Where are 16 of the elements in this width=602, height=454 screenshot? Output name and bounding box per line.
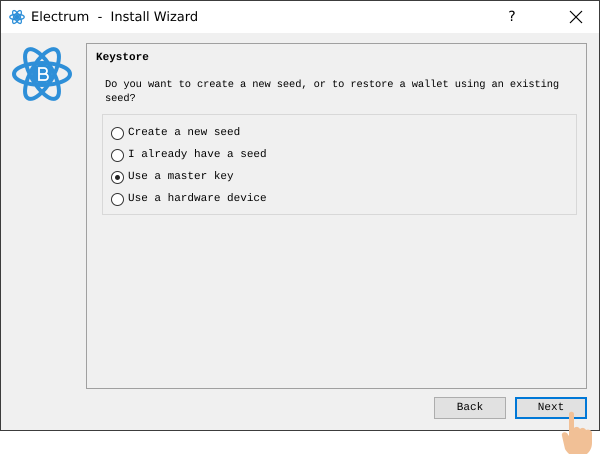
window-title: Electrum - Install Wizard [31,10,200,24]
app-icon [9,9,25,25]
radio-button[interactable] [111,170,124,184]
option-label[interactable]: Use a master key [128,171,234,183]
question-text: Do you want to create a new seed, or to restore a wallet using an existing seed? [105,78,560,106]
wizard-button[interactable]: Next [515,397,587,419]
option-label[interactable]: Create a new seed [128,127,240,139]
panel-title: Keystore [96,52,150,64]
close-icon [569,10,583,24]
option-label[interactable]: I already have a seed [128,149,267,161]
wizard-button[interactable]: Back [434,397,506,419]
option-label[interactable]: Use a hardware device [128,193,267,205]
help-button[interactable]: ? [497,9,527,25]
radio-button[interactable] [111,148,124,162]
radio-button[interactable] [111,192,124,206]
radio-button[interactable] [111,126,124,140]
